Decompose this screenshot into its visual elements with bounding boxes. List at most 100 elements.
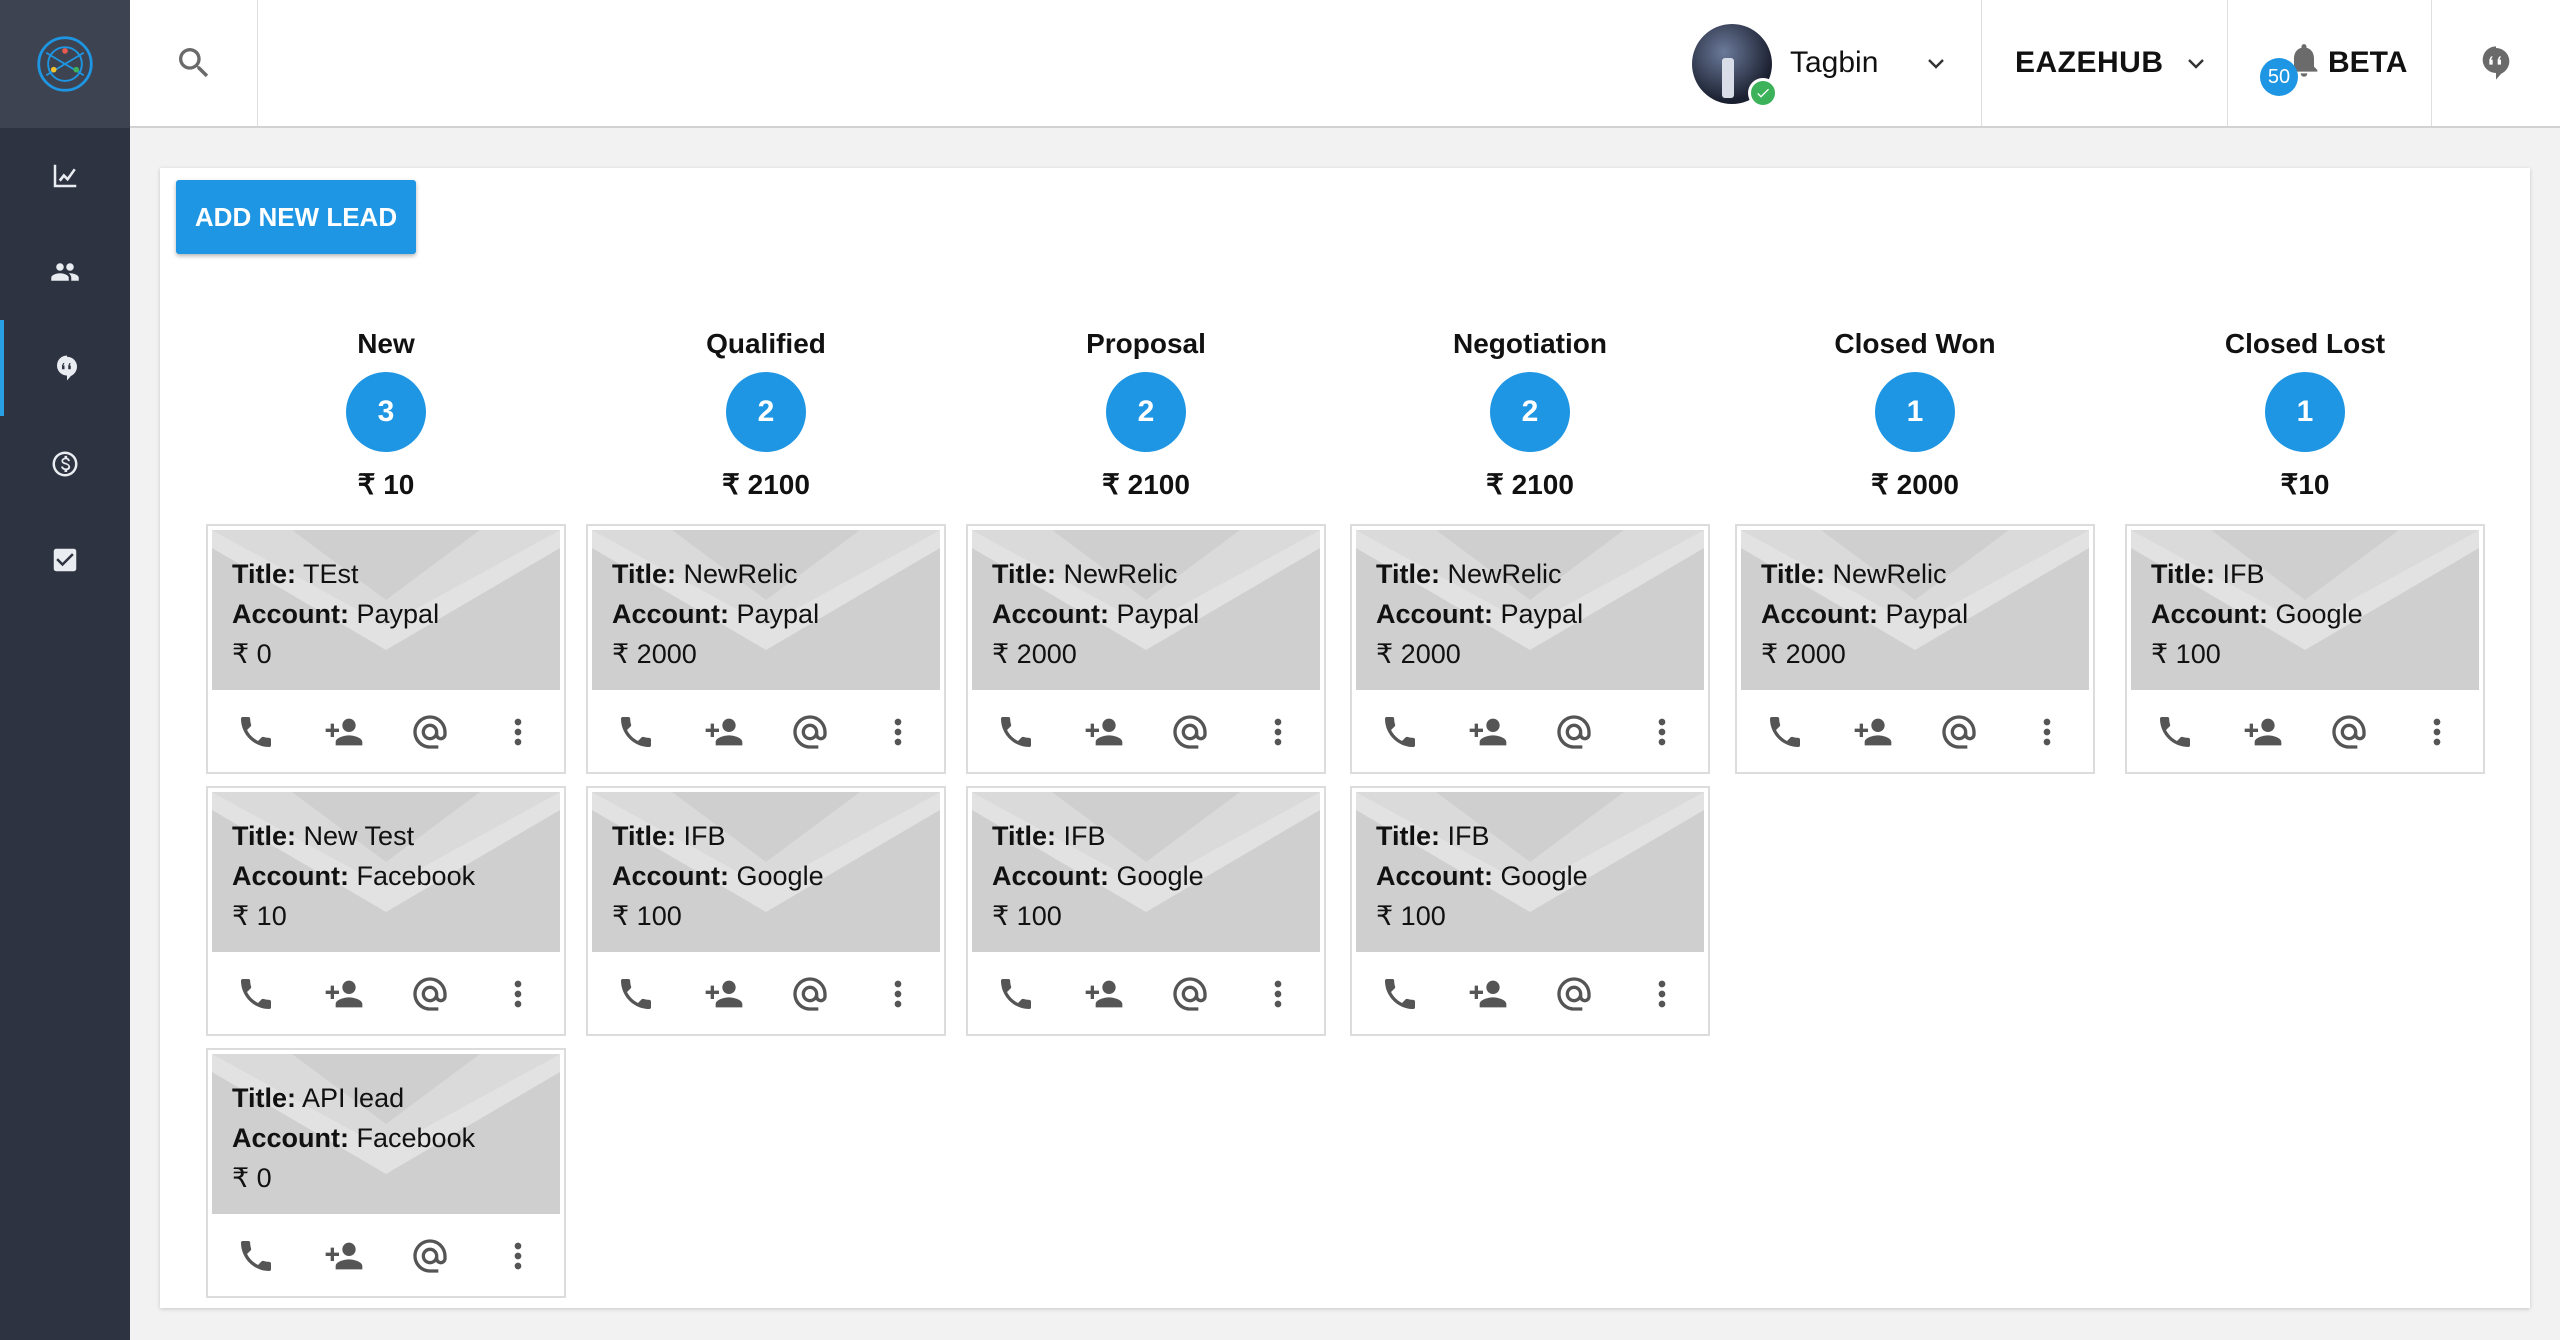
app-logo[interactable] bbox=[0, 0, 130, 128]
call-button[interactable] bbox=[2155, 712, 2195, 752]
organization-switcher[interactable]: EAZEHUB bbox=[1982, 0, 2228, 126]
assign-contact-button[interactable] bbox=[1468, 974, 1508, 1014]
lead-card[interactable]: Title: IFB Account: Google ₹ 100 bbox=[1350, 786, 1710, 1036]
assign-contact-button[interactable] bbox=[1468, 712, 1508, 752]
email-button[interactable] bbox=[2329, 712, 2369, 752]
lead-card[interactable]: Title: API lead Account: Facebook ₹ 0 bbox=[206, 1048, 566, 1298]
lead-card[interactable]: Title: IFB Account: Google ₹ 100 bbox=[966, 786, 1326, 1036]
lead-card-body[interactable]: Title: TEst Account: Paypal ₹ 0 bbox=[212, 530, 560, 690]
lead-card-body[interactable]: Title: IFB Account: Google ₹ 100 bbox=[592, 792, 940, 952]
quote-bubble-icon bbox=[2482, 46, 2510, 80]
assign-contact-button[interactable] bbox=[1084, 974, 1124, 1014]
phone-icon bbox=[1385, 717, 1415, 747]
column-count-badge[interactable]: 2 bbox=[726, 372, 806, 452]
lead-card-body[interactable]: Title: NewRelic Account: Paypal ₹ 2000 bbox=[1741, 530, 2089, 690]
lead-card[interactable]: Title: IFB Account: Google ₹ 100 bbox=[586, 786, 946, 1036]
lead-card[interactable]: Title: TEst Account: Paypal ₹ 0 bbox=[206, 524, 566, 774]
lead-card-body[interactable]: Title: IFB Account: Google ₹ 100 bbox=[972, 792, 1320, 952]
sidebar-item-contacts[interactable] bbox=[0, 224, 130, 320]
assign-contact-button[interactable] bbox=[704, 974, 744, 1014]
lead-card[interactable]: Title: New Test Account: Facebook ₹ 10 bbox=[206, 786, 566, 1036]
sidebar-item-tasks[interactable] bbox=[0, 512, 130, 608]
search-button[interactable] bbox=[130, 0, 258, 126]
call-button[interactable] bbox=[236, 1236, 276, 1276]
call-button[interactable] bbox=[996, 974, 1036, 1014]
assign-contact-button[interactable] bbox=[1084, 712, 1124, 752]
at-sign-icon bbox=[413, 715, 447, 749]
more-options-button[interactable] bbox=[1258, 974, 1298, 1014]
lead-card[interactable]: Title: NewRelic Account: Paypal ₹ 2000 bbox=[966, 524, 1326, 774]
lead-card-body[interactable]: Title: IFB Account: Google ₹ 100 bbox=[2131, 530, 2479, 690]
assign-contact-button[interactable] bbox=[1853, 712, 1893, 752]
call-button[interactable] bbox=[616, 974, 656, 1014]
more-options-button[interactable] bbox=[1258, 712, 1298, 752]
call-button[interactable] bbox=[616, 712, 656, 752]
email-button[interactable] bbox=[1554, 712, 1594, 752]
email-button[interactable] bbox=[1554, 974, 1594, 1014]
call-button[interactable] bbox=[236, 974, 276, 1014]
call-button[interactable] bbox=[1380, 712, 1420, 752]
column-count-badge[interactable]: 1 bbox=[1875, 372, 1955, 452]
call-button[interactable] bbox=[236, 712, 276, 752]
column-count-badge[interactable]: 3 bbox=[346, 372, 426, 452]
more-options-button[interactable] bbox=[878, 712, 918, 752]
lead-card-body[interactable]: Title: API lead Account: Facebook ₹ 0 bbox=[212, 1054, 560, 1214]
more-options-button[interactable] bbox=[2027, 712, 2067, 752]
sidebar-item-analytics[interactable] bbox=[0, 128, 130, 224]
call-button[interactable] bbox=[1380, 974, 1420, 1014]
user-menu[interactable]: Tagbin bbox=[1692, 0, 1982, 126]
lead-card[interactable]: Title: NewRelic Account: Paypal ₹ 2000 bbox=[1735, 524, 2095, 774]
lead-amount: ₹ 2000 bbox=[1376, 639, 1461, 669]
lead-card-body[interactable]: Title: NewRelic Account: Paypal ₹ 2000 bbox=[592, 530, 940, 690]
lead-card-body[interactable]: Title: IFB Account: Google ₹ 100 bbox=[1356, 792, 1704, 952]
email-button[interactable] bbox=[1170, 974, 1210, 1014]
lead-card-body[interactable]: Title: NewRelic Account: Paypal ₹ 2000 bbox=[1356, 530, 1704, 690]
email-button[interactable] bbox=[410, 1236, 450, 1276]
lead-card[interactable]: Title: IFB Account: Google ₹ 100 bbox=[2125, 524, 2485, 774]
add-new-lead-button[interactable]: ADD NEW LEAD bbox=[176, 180, 416, 254]
lead-amount: ₹ 100 bbox=[612, 901, 682, 931]
assign-contact-button[interactable] bbox=[324, 974, 364, 1014]
lead-details: Title: IFB Account: Google ₹ 100 bbox=[612, 816, 824, 936]
column-count-badge[interactable]: 2 bbox=[1106, 372, 1186, 452]
email-button[interactable] bbox=[790, 712, 830, 752]
more-vert-icon bbox=[1274, 718, 1282, 746]
analytics-icon bbox=[53, 164, 77, 188]
lead-card[interactable]: Title: NewRelic Account: Paypal ₹ 2000 bbox=[1350, 524, 1710, 774]
more-options-button[interactable] bbox=[2417, 712, 2457, 752]
assign-contact-button[interactable] bbox=[324, 712, 364, 752]
lead-card-body[interactable]: Title: NewRelic Account: Paypal ₹ 2000 bbox=[972, 530, 1320, 690]
column-count-badge[interactable]: 2 bbox=[1490, 372, 1570, 452]
more-options-button[interactable] bbox=[498, 974, 538, 1014]
call-button[interactable] bbox=[1765, 712, 1805, 752]
phone-icon bbox=[1001, 717, 1031, 747]
sidebar-item-deals[interactable] bbox=[0, 416, 130, 512]
email-button[interactable] bbox=[410, 712, 450, 752]
more-options-button[interactable] bbox=[1642, 712, 1682, 752]
at-sign-icon bbox=[1557, 977, 1591, 1011]
more-options-button[interactable] bbox=[878, 974, 918, 1014]
account-label: Account: bbox=[1376, 861, 1493, 891]
lead-card-actions bbox=[1356, 958, 1704, 1030]
sidebar-item-leads[interactable] bbox=[0, 320, 130, 416]
call-button[interactable] bbox=[996, 712, 1036, 752]
assign-contact-button[interactable] bbox=[324, 1236, 364, 1276]
more-options-button[interactable] bbox=[1642, 974, 1682, 1014]
column-count-badge[interactable]: 1 bbox=[2265, 372, 2345, 452]
email-button[interactable] bbox=[410, 974, 450, 1014]
notifications[interactable]: 50 BETA bbox=[2228, 0, 2432, 126]
email-button[interactable] bbox=[790, 974, 830, 1014]
column-title: Negotiation bbox=[1453, 328, 1607, 359]
more-options-button[interactable] bbox=[498, 1236, 538, 1276]
lead-card-actions bbox=[2131, 696, 2479, 768]
feedback-button[interactable] bbox=[2432, 0, 2560, 126]
chevron-down-icon[interactable] bbox=[1924, 51, 1948, 75]
email-button[interactable] bbox=[1170, 712, 1210, 752]
lead-card-body[interactable]: Title: New Test Account: Facebook ₹ 10 bbox=[212, 792, 560, 952]
email-button[interactable] bbox=[1939, 712, 1979, 752]
chevron-down-icon[interactable] bbox=[2184, 51, 2208, 75]
assign-contact-button[interactable] bbox=[704, 712, 744, 752]
lead-card[interactable]: Title: NewRelic Account: Paypal ₹ 2000 bbox=[586, 524, 946, 774]
more-options-button[interactable] bbox=[498, 712, 538, 752]
assign-contact-button[interactable] bbox=[2243, 712, 2283, 752]
